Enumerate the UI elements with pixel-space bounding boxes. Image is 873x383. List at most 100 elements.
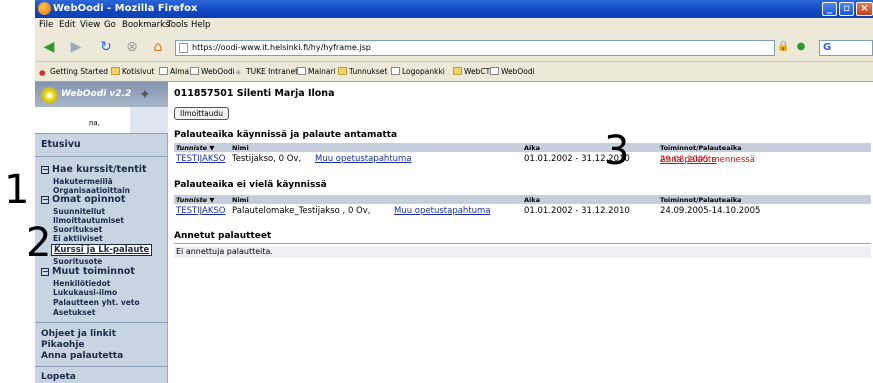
section-title-feedback-pending: Palauteaika ei vielä käynnissä <box>174 180 327 190</box>
page-title: 011857501 Silenti Marja Ilona <box>174 88 335 99</box>
empty-message: Ei annettuja palautteita. <box>176 247 273 256</box>
col-header-time[interactable]: Aika <box>524 196 540 204</box>
bookmark-getting-started[interactable]: ● Getting Started <box>39 67 108 77</box>
course-name: Palautelomake_Testijakso , 0 Ov, <box>232 206 371 216</box>
bookmark-weboodi-2[interactable]: WebOodi <box>490 67 535 76</box>
bookmark-webct[interactable]: WebCT <box>453 67 490 76</box>
menu-view[interactable]: View <box>80 20 100 30</box>
nav-palautteen-yht-veto[interactable]: Palautteen yht. veto <box>53 298 140 307</box>
course-code-link[interactable]: TESTIJAKSO <box>176 154 226 164</box>
col-header-name[interactable]: Nimi <box>232 144 249 152</box>
snail-logo-icon <box>41 87 58 104</box>
back-icon[interactable]: ◀ <box>39 39 59 55</box>
nav-suoritusote[interactable]: Suoritusote <box>53 257 102 266</box>
col-header-code[interactable]: Tunniste ▼ <box>176 196 214 204</box>
home-icon[interactable]: ⌂ <box>149 39 167 55</box>
table-row: TESTIJAKSO Testijakso, 0 Ov, Muu opetust… <box>176 154 755 165</box>
navigation-toolbar: ◀ ▶ ↻ ⊗ ⌂ https://oodi-www.it.helsinki.f… <box>35 33 873 62</box>
user-name: na, <box>89 119 100 127</box>
nav-hakutermeilla[interactable]: Hakutermeillä <box>53 177 113 186</box>
ilmoittaudu-button[interactable]: Ilmoittaudu <box>174 107 230 120</box>
section-title-feedback-given: Annetut palautteet <box>174 231 272 241</box>
go-icon[interactable]: ● <box>795 39 807 55</box>
course-type-link[interactable]: Muu opetustapahtuma <box>315 154 412 164</box>
minimize-button[interactable]: _ <box>822 2 837 16</box>
col-header-actions: Toiminnot/Palauteaika <box>660 144 742 152</box>
url-bar[interactable]: https://oodi-www.it.helsinki.fi/hy/hyfra… <box>175 40 775 56</box>
col-header-name[interactable]: Nimi <box>232 196 249 204</box>
reload-icon[interactable]: ↻ <box>97 39 115 55</box>
nav-lukukausi-ilmo[interactable]: Lukukausi-ilmo <box>53 288 117 297</box>
divider <box>35 156 168 157</box>
window-title: WebOodi - Mozilla Firefox <box>53 3 198 14</box>
menu-tools[interactable]: Tools <box>167 20 188 30</box>
col-header-actions: Toiminnot/Palauteaika <box>660 196 742 204</box>
section-title-feedback-open: Palauteaika käynnissä ja palaute antamat… <box>174 130 398 140</box>
weboodi-logo: WebOodi v2.2 ✦ <box>35 82 168 107</box>
forward-icon[interactable]: ▶ <box>67 39 85 55</box>
table-header: Tunniste ▼ Nimi Aika Toiminnot/Palauteai… <box>174 143 871 152</box>
nav-anna-palautetta[interactable]: Anna palautetta <box>41 351 123 361</box>
course-type-link[interactable]: Muu opetustapahtuma <box>394 206 491 216</box>
nav-kurssi-ja-lk-palaute[interactable]: Kurssi ja Lk-palaute <box>51 244 153 256</box>
bookmark-alma[interactable]: Alma <box>159 67 189 76</box>
bookmark-tuke-intranet[interactable]: ✳ TUKE Intranet <box>235 67 298 77</box>
title-bar: WebOodi - Mozilla Firefox _ ▫ × <box>35 0 873 18</box>
google-icon: G <box>823 42 832 53</box>
firefox-icon <box>38 2 51 15</box>
sidebar: WebOodi v2.2 ✦ na, Etusivu − Hae kurssit/… <box>35 82 168 383</box>
course-time: 01.01.2002 - 31.12.2010 <box>524 206 630 216</box>
table-header: Tunniste ▼ Nimi Aika Toiminnot/Palauteai… <box>174 195 871 204</box>
nav-suunnitellut[interactable]: Suunnitellut <box>53 207 105 216</box>
bookmark-logopankki[interactable]: Logopankki <box>391 67 445 76</box>
nav-etusivu[interactable]: Etusivu <box>41 139 81 150</box>
stop-icon[interactable]: ⊗ <box>123 39 141 55</box>
close-button[interactable]: × <box>856 2 873 16</box>
url-text: https://oodi-www.it.helsinki.fi/hy/hyfra… <box>192 43 371 52</box>
annotation-number-1: 1 <box>4 167 30 213</box>
collapse-icon: − <box>41 165 49 174</box>
menu-bar: File Edit View Go Bookmarks Tools Help <box>35 18 873 33</box>
course-code-link[interactable]: TESTIJAKSO <box>176 206 226 216</box>
nav-suoritukset[interactable]: Suoritukset <box>53 225 102 234</box>
menu-help[interactable]: Help <box>191 20 210 30</box>
menu-file[interactable]: File <box>39 20 53 30</box>
bookmarks-toolbar: ● Getting Started Kotisivut Alma WebOodi … <box>35 62 873 82</box>
bookmark-weboodi[interactable]: WebOodi <box>190 67 235 76</box>
star-icon: ✦ <box>139 87 151 103</box>
redacted-area <box>35 107 130 133</box>
bookmark-mainari[interactable]: Mainari <box>297 67 336 76</box>
menu-go[interactable]: Go <box>104 20 116 30</box>
menu-bookmarks[interactable]: Bookmarks <box>122 20 170 30</box>
annotation-number-3: 3 <box>604 128 630 174</box>
browser-window: WebOodi - Mozilla Firefox _ ▫ × File Edi… <box>35 0 873 383</box>
nav-lopeta[interactable]: Lopeta <box>41 372 76 382</box>
course-name: Testijakso, 0 Ov, <box>232 154 302 164</box>
col-header-time[interactable]: Aika <box>524 144 540 152</box>
bookmark-tunnukset[interactable]: Tunnukset <box>338 67 387 76</box>
nav-group-omat-opinnot[interactable]: − Omat opinnot <box>41 194 125 205</box>
menu-edit[interactable]: Edit <box>59 20 75 30</box>
nav-group-muut-toiminnot[interactable]: − Muut toiminnot <box>41 266 135 277</box>
page-icon <box>179 43 188 53</box>
feedback-period: 24.09.2005-14.10.2005 <box>660 206 761 216</box>
lock-icon: 🔒 <box>777 41 790 52</box>
collapse-icon: − <box>41 267 49 276</box>
maximize-button[interactable]: ▫ <box>839 2 854 16</box>
nav-asetukset[interactable]: Asetukset <box>53 308 95 317</box>
bookmark-kotisivut[interactable]: Kotisivut <box>111 67 154 76</box>
divider <box>35 322 168 323</box>
nav-ohjeet-ja-linkit[interactable]: Ohjeet ja linkit <box>41 329 116 339</box>
main-content: 011857501 Silenti Marja Ilona Ilmoittaud… <box>170 82 873 383</box>
search-input[interactable]: G <box>819 40 873 56</box>
nav-ilmoittautumiset[interactable]: Ilmoittautumiset <box>53 216 124 225</box>
col-header-code[interactable]: Tunniste ▼ <box>176 144 214 152</box>
nav-ei-aktiiviset[interactable]: Ei aktiiviset <box>53 234 103 243</box>
nav-group-hae-kurssit[interactable]: − Hae kurssit/tentit <box>41 164 147 175</box>
divider <box>35 366 168 367</box>
collapse-icon: − <box>41 195 49 204</box>
nav-pikaohje[interactable]: Pikaohje <box>41 340 85 350</box>
divider <box>174 243 871 244</box>
nav-henkilotiedot[interactable]: Henkilötiedot <box>53 279 110 288</box>
table-row: TESTIJAKSO Palautelomake_Testijakso , 0 … <box>174 205 871 218</box>
